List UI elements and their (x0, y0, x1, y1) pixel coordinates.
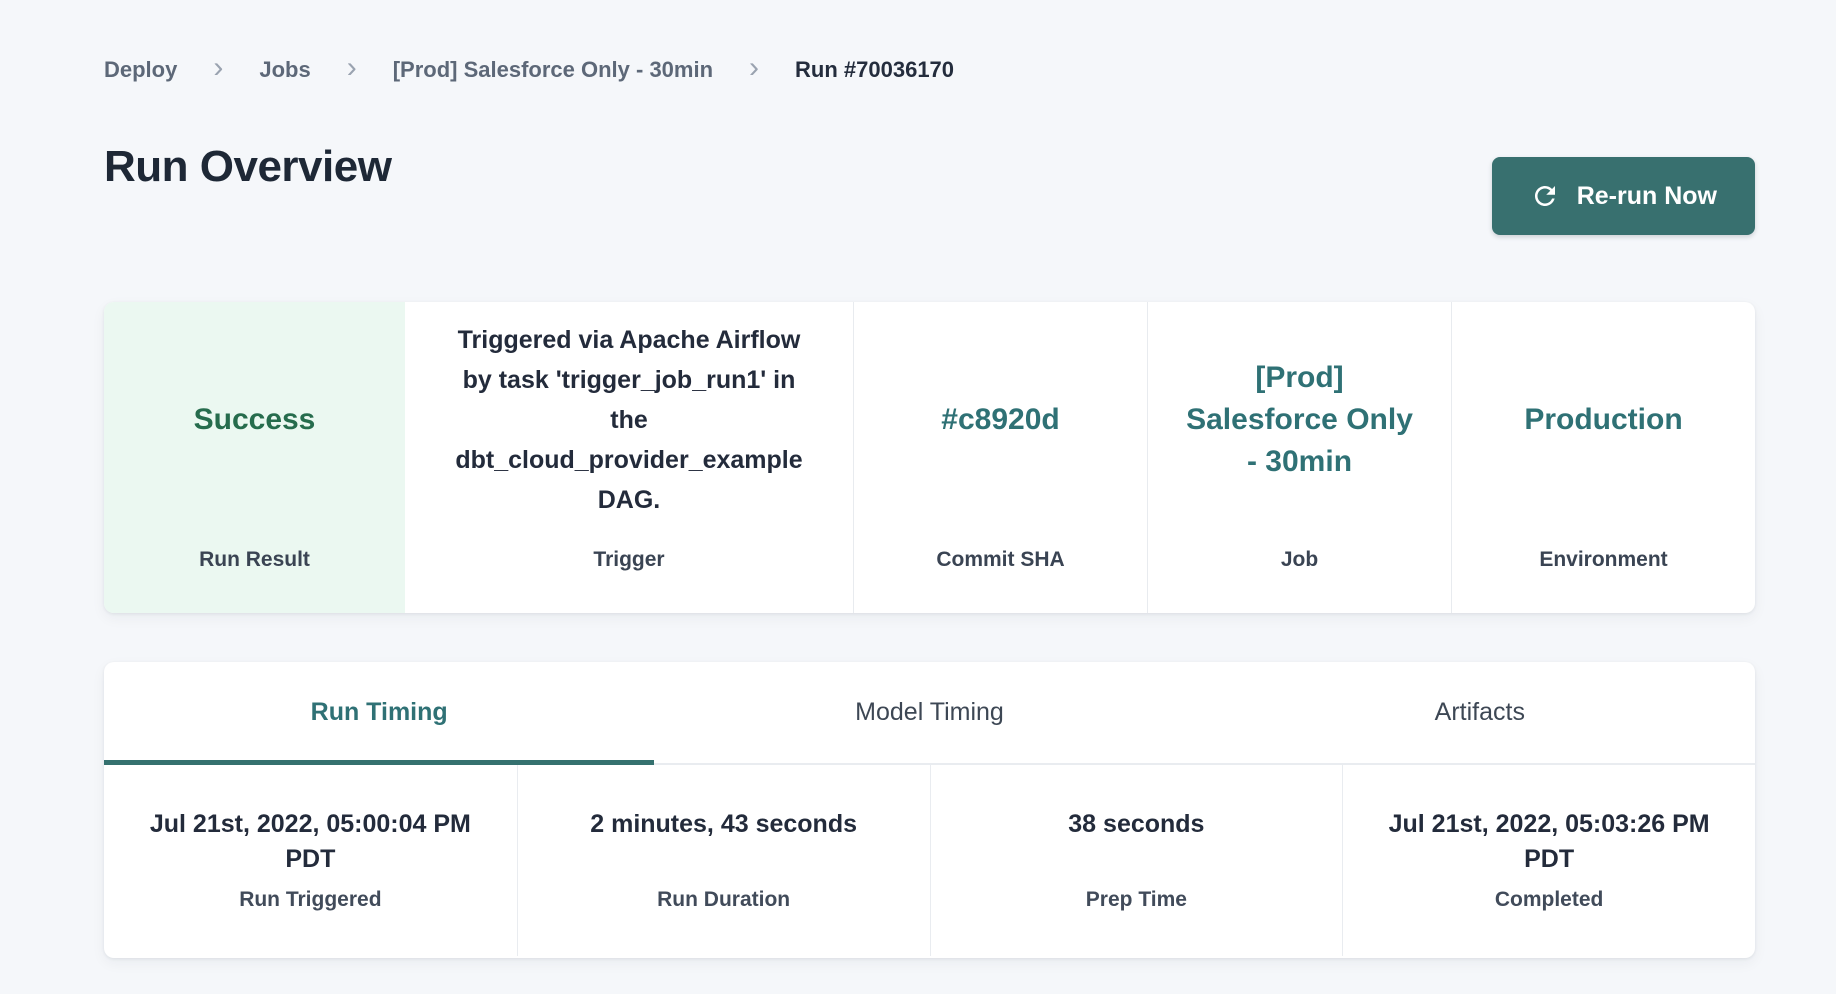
rerun-now-label: Re-run Now (1577, 182, 1717, 211)
run-triggered-cell: Jul 21st, 2022, 05:00:04 PM PDT Run Trig… (104, 765, 517, 956)
job-label: Job (1148, 547, 1451, 573)
breadcrumb-item-deploy[interactable]: Deploy (104, 55, 177, 85)
prep-time-label: Prep Time (931, 887, 1343, 913)
run-duration-label: Run Duration (518, 887, 930, 913)
run-triggered-label: Run Triggered (104, 887, 517, 913)
commit-sha-cell: #c8920d Commit SHA (853, 302, 1147, 613)
chevron-right-icon: › (213, 56, 223, 80)
environment-label: Environment (1452, 547, 1755, 573)
run-summary-card: Success Run Result Triggered via Apache … (104, 302, 1755, 613)
run-timing-panel: Jul 21st, 2022, 05:00:04 PM PDT Run Trig… (104, 765, 1755, 956)
breadcrumb-item-run-number: Run #70036170 (795, 55, 954, 85)
prep-time-cell: 38 seconds Prep Time (930, 765, 1343, 956)
environment-cell: Production Environment (1451, 302, 1755, 613)
breadcrumb-item-jobs[interactable]: Jobs (259, 55, 310, 85)
breadcrumb-item-job-name[interactable]: [Prod] Salesforce Only - 30min (393, 55, 713, 85)
job-cell: [Prod] Salesforce Only - 30min Job (1147, 302, 1451, 613)
run-duration-cell: 2 minutes, 43 seconds Run Duration (517, 765, 930, 956)
tab-artifacts[interactable]: Artifacts (1205, 662, 1755, 763)
run-details-card: Run Timing Model Timing Artifacts Jul 21… (104, 662, 1755, 958)
run-overview-page: Deploy › Jobs › [Prod] Salesforce Only -… (0, 0, 1836, 958)
prep-time-value: 38 seconds (960, 807, 1312, 877)
page-title: Run Overview (104, 139, 391, 195)
trigger-value: Triggered via Apache Airflow by task 'tr… (447, 320, 811, 520)
trigger-label: Trigger (405, 547, 853, 573)
run-result-cell: Success Run Result (104, 302, 405, 613)
environment-link[interactable]: Production (1524, 399, 1682, 441)
completed-cell: Jul 21st, 2022, 05:03:26 PM PDT Complete… (1342, 765, 1755, 956)
rerun-now-button[interactable]: Re-run Now (1492, 157, 1755, 235)
tab-bar: Run Timing Model Timing Artifacts (104, 662, 1755, 765)
tab-run-timing[interactable]: Run Timing (104, 662, 654, 763)
refresh-icon (1530, 181, 1560, 211)
chevron-right-icon: › (749, 56, 759, 80)
run-triggered-value: Jul 21st, 2022, 05:00:04 PM PDT (134, 807, 486, 877)
trigger-cell: Triggered via Apache Airflow by task 'tr… (405, 302, 853, 613)
page-header: Run Overview Re-run Now (104, 139, 1755, 235)
job-link[interactable]: [Prod] Salesforce Only - 30min (1185, 357, 1415, 483)
tab-model-timing[interactable]: Model Timing (654, 662, 1204, 763)
chevron-right-icon: › (347, 56, 357, 80)
run-result-label: Run Result (104, 547, 405, 573)
run-duration-value: 2 minutes, 43 seconds (548, 807, 900, 877)
commit-sha-link[interactable]: #c8920d (941, 399, 1059, 441)
completed-label: Completed (1343, 887, 1755, 913)
commit-sha-label: Commit SHA (854, 547, 1147, 573)
completed-value: Jul 21st, 2022, 05:03:26 PM PDT (1373, 807, 1725, 877)
run-result-value: Success (194, 399, 316, 441)
breadcrumb: Deploy › Jobs › [Prod] Salesforce Only -… (104, 55, 1755, 85)
